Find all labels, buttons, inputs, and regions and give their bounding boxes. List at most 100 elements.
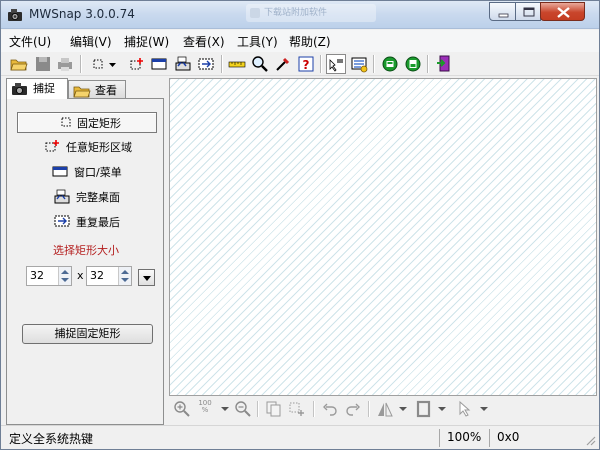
repeat-last-icon	[54, 215, 70, 227]
camera-app-icon	[8, 9, 22, 21]
width-spinner[interactable]: 32	[26, 266, 72, 286]
status-size: 0x0	[497, 430, 520, 444]
option-label: 完整桌面	[76, 191, 120, 204]
image-toolbar: 100 %	[169, 397, 597, 421]
menu-capture[interactable]: 捕捉(W)	[124, 33, 169, 50]
option-window-menu[interactable]: 窗口/菜单	[17, 162, 157, 183]
desktop-icon	[54, 189, 70, 204]
close-button[interactable]	[540, 2, 585, 21]
minimize-icon	[498, 13, 509, 18]
toolbar-separator	[257, 401, 259, 417]
desktop-icon[interactable]	[173, 54, 193, 74]
menu-file[interactable]: 文件(U)	[9, 33, 51, 50]
repeat-last-icon[interactable]	[196, 54, 216, 74]
record2-icon[interactable]	[403, 54, 423, 74]
status-divider	[439, 429, 440, 447]
zoom-100-icon[interactable]: 100 %	[196, 400, 214, 418]
color-picker-icon[interactable]	[273, 54, 293, 74]
pointer-icon[interactable]	[456, 400, 474, 418]
toolbar-separator	[368, 401, 370, 417]
menu-help[interactable]: 帮助(Z)	[289, 33, 331, 50]
option-label: 窗口/菜单	[74, 166, 122, 179]
option-fixed-rect[interactable]: 固定矩形	[17, 112, 157, 133]
zoom-out-icon[interactable]	[234, 400, 252, 418]
chevron-down-icon[interactable]	[438, 407, 446, 411]
size-section-title: 选择矩形大小	[53, 244, 119, 257]
magnifier-icon[interactable]	[250, 54, 270, 74]
height-spinner[interactable]: 32	[86, 266, 132, 286]
redo-icon[interactable]	[344, 400, 362, 418]
spin-up-icon[interactable]	[61, 270, 69, 274]
open-folder-icon	[73, 86, 91, 98]
spin-down-icon[interactable]	[61, 278, 69, 282]
toolbar-separator	[320, 55, 322, 73]
any-rect-icon	[45, 140, 59, 152]
ruler-icon[interactable]	[227, 54, 247, 74]
chevron-down-icon[interactable]	[108, 54, 118, 74]
width-value[interactable]: 32	[30, 269, 44, 282]
zoom-in-icon[interactable]	[173, 400, 191, 418]
status-message: 定义全系统热键	[9, 432, 94, 446]
close-icon	[557, 7, 570, 18]
spin-down-icon[interactable]	[121, 278, 129, 282]
open-folder-icon[interactable]	[9, 54, 29, 74]
image-canvas[interactable]	[169, 78, 597, 396]
menu-edit[interactable]: 编辑(V)	[70, 33, 112, 50]
chevron-down-icon[interactable]	[221, 407, 229, 411]
background-tab: 下载站附加软件	[246, 4, 376, 22]
resize-grip-icon[interactable]	[585, 435, 597, 447]
toolbar-separator	[313, 401, 315, 417]
option-repeat-last[interactable]: 重复最后	[17, 212, 157, 233]
tab-view[interactable]: 查看	[68, 80, 126, 99]
window-title: MWSnap 3.0.0.74	[29, 7, 135, 21]
menu-tools[interactable]: 工具(Y)	[237, 33, 278, 50]
undo-icon[interactable]	[321, 400, 339, 418]
svg-text:?: ?	[303, 58, 310, 72]
record-icon[interactable]	[380, 54, 400, 74]
window-menu-icon	[52, 166, 68, 177]
main-toolbar: ?	[1, 52, 599, 76]
tab-capture-label: 捕捉	[33, 82, 55, 95]
size-separator: x	[77, 269, 84, 282]
camera-icon	[12, 83, 27, 95]
height-spin-buttons[interactable]	[118, 267, 131, 285]
background-tab-label: 下载站附加软件	[264, 8, 328, 18]
capture-panel: 捕捉 查看 固定矩形 任意矩形区域 窗口/菜单 完整桌面 重复最后 选择矩形大小…	[6, 78, 164, 425]
option-desktop[interactable]: 完整桌面	[17, 187, 157, 208]
tab-capture[interactable]: 捕捉	[6, 78, 68, 99]
status-bar: 定义全系统热键 100% 0x0	[1, 425, 599, 449]
print-icon[interactable]	[55, 54, 75, 74]
spin-up-icon[interactable]	[121, 270, 129, 274]
height-value[interactable]: 32	[90, 269, 104, 282]
window-icon[interactable]	[149, 54, 169, 74]
copy-icon[interactable]	[265, 400, 283, 418]
any-rect-icon[interactable]	[127, 54, 147, 74]
status-zoom: 100%	[447, 430, 482, 444]
maximize-button[interactable]	[515, 2, 541, 21]
save-icon[interactable]	[33, 54, 53, 74]
size-preset-dropdown[interactable]	[138, 269, 155, 286]
frame-icon[interactable]	[415, 400, 433, 418]
menu-bar: 文件(U) 编辑(V) 捕捉(W) 查看(X) 工具(Y) 帮助(Z)	[1, 30, 599, 52]
help-icon[interactable]: ?	[296, 54, 316, 74]
flip-icon[interactable]	[376, 400, 394, 418]
title-bar[interactable]: MWSnap 3.0.0.74 下载站附加软件	[1, 1, 599, 29]
chevron-down-icon	[143, 276, 151, 281]
width-spin-buttons[interactable]	[58, 267, 71, 285]
fixed-rect-icon[interactable]	[89, 54, 109, 74]
hotkeys-icon[interactable]	[326, 54, 346, 74]
option-label: 固定矩形	[77, 117, 121, 130]
minimize-button[interactable]	[489, 2, 516, 21]
crop-icon[interactable]	[288, 400, 306, 418]
option-label: 任意矩形区域	[66, 141, 132, 154]
option-any-rect[interactable]: 任意矩形区域	[17, 137, 157, 158]
chevron-down-icon[interactable]	[480, 407, 488, 411]
menu-view[interactable]: 查看(X)	[183, 33, 225, 50]
capture-fixed-rect-button[interactable]: 捕捉固定矩形	[22, 324, 153, 344]
toolbar-separator	[373, 55, 375, 73]
toolbar-separator	[80, 55, 82, 73]
app-window: MWSnap 3.0.0.74 下载站附加软件 文件(U) 编辑(V) 捕捉(W…	[0, 0, 600, 450]
settings-icon[interactable]	[349, 54, 369, 74]
chevron-down-icon[interactable]	[399, 407, 407, 411]
exit-icon[interactable]	[434, 54, 454, 74]
